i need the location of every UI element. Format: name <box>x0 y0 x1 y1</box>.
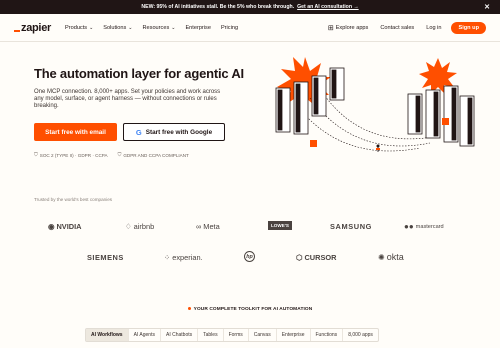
cursor-cube-icon: ⬡ <box>296 253 303 262</box>
tab-canvas[interactable]: Canvas <box>249 329 277 341</box>
contact-sales-link[interactable]: Contact sales <box>380 25 414 31</box>
tab-ai-agents[interactable]: AI Agents <box>129 329 161 341</box>
nvidia-eye-icon: ◉ <box>48 222 55 231</box>
tab-enterprise[interactable]: Enterprise <box>277 329 311 341</box>
siemens-logo: SIEMENS <box>87 253 124 262</box>
tab-forms[interactable]: Forms <box>224 329 249 341</box>
tab-ai-workflows[interactable]: AI Workflows <box>86 329 129 341</box>
samsung-logo: SAMSUNG <box>330 222 372 231</box>
experian-dots-icon: ⁘ <box>164 253 171 262</box>
tab-ai-chatbots[interactable]: AI Chatbots <box>161 329 199 341</box>
airbnb-logo: ♢ airbnb <box>125 222 155 231</box>
tab-functions[interactable]: Functions <box>311 329 344 341</box>
chevron-down-icon: ⌄ <box>128 24 133 31</box>
product-tabs: AI Workflows AI Agents AI Chatbots Table… <box>85 328 379 342</box>
consultation-link[interactable]: Get an AI consultation → <box>297 4 359 10</box>
shield-icon: ⛉ <box>117 152 122 158</box>
mastercard-logo: ●● mastercard <box>404 222 444 231</box>
tab-tables[interactable]: Tables <box>198 329 224 341</box>
shield-icon: ⛉ <box>34 152 38 158</box>
hp-logo: hp <box>244 251 255 262</box>
google-button-label: Start free with Google <box>145 128 213 136</box>
hero-subtitle: One MCP connection. 8,000+ apps. Set you… <box>34 89 221 110</box>
trusted-label: Trusted by the world's best companies <box>34 197 113 202</box>
tab-8000-apps[interactable]: 8,000 apps <box>343 329 378 341</box>
banner-text: NEW: 95% of AI initiatives stall. Be the… <box>141 4 295 10</box>
chevron-down-icon: ⌄ <box>89 24 94 31</box>
compliance-soc2: SOC 2 (TYPE II) · GDPR · CCPA <box>39 152 108 158</box>
hero-title: The automation layer for agentic AI <box>34 66 244 81</box>
lowes-logo: LOWE'S <box>268 221 292 230</box>
compliance-badges: ⛉ SOC 2 (TYPE II) · GDPR · CCPA ⛉ GDPR A… <box>34 152 189 158</box>
orange-dot-icon <box>187 307 191 311</box>
start-free-google-button[interactable]: G Start free with Google <box>123 123 225 141</box>
nav-products[interactable]: Products ⌄ <box>65 25 93 31</box>
nav-pricing[interactable]: Pricing <box>221 25 238 31</box>
signup-button[interactable]: Sign up <box>451 21 486 34</box>
grid-icon: ⊞ <box>327 24 334 32</box>
top-navigation: zapier Products ⌄ Solutions ⌄ Resources ⌄ E… <box>0 14 500 42</box>
start-free-email-button[interactable]: Start free with email <box>34 123 117 141</box>
mastercard-circles-icon: ●● <box>404 222 414 231</box>
toolkit-heading: YOUR COMPLETE TOOLKIT FOR AI AUTOMATION <box>0 307 500 312</box>
close-icon[interactable]: ✕ <box>484 3 490 11</box>
announcement-banner: NEW: 95% of AI initiatives stall. Be the… <box>0 0 500 14</box>
zapier-logo[interactable]: zapier <box>14 22 51 34</box>
google-icon: G <box>135 127 142 137</box>
compliance-gdpr: GDPR AND CCPA COMPLIANT <box>123 152 189 158</box>
nav-solutions[interactable]: Solutions ⌄ <box>103 25 132 31</box>
nav-resources[interactable]: Resources ⌄ <box>143 25 176 31</box>
okta-logo: ✺ okta <box>378 252 404 262</box>
nvidia-logo: ◉ NVIDIA <box>48 222 82 231</box>
experian-logo: ⁘ experian. <box>164 253 203 262</box>
login-link[interactable]: Log in <box>426 25 441 31</box>
cursor-logo: ⬡ CURSOR <box>296 253 337 262</box>
chevron-down-icon: ⌄ <box>171 24 176 31</box>
hero-illustration <box>275 57 475 152</box>
okta-burst-icon: ✺ <box>378 252 385 262</box>
explore-apps-link[interactable]: ⊞ Explore apps <box>328 24 369 32</box>
airbnb-icon: ♢ <box>125 222 132 231</box>
meta-infinity-icon: ∞ <box>196 222 202 231</box>
nav-enterprise[interactable]: Enterprise <box>185 25 211 31</box>
meta-logo: ∞ Meta <box>196 222 220 231</box>
